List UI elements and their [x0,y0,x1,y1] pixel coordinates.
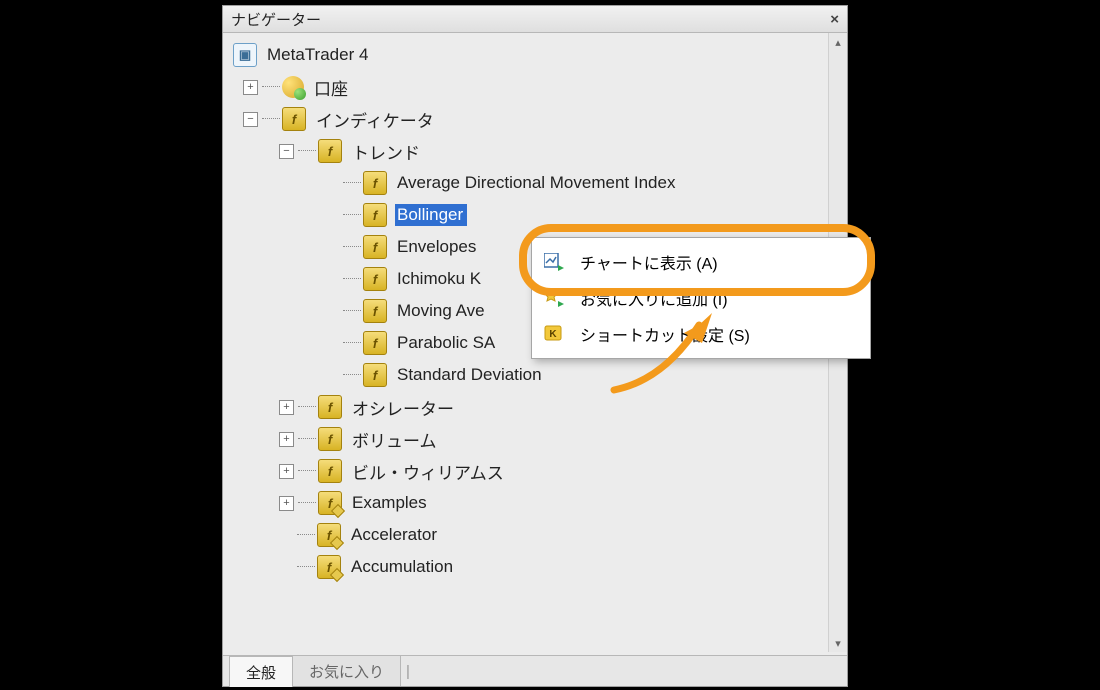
indicator-icon: f [363,363,387,387]
expander-icon[interactable] [279,144,294,159]
tree-item-accelerator[interactable]: f Accelerator [223,519,829,551]
tree-root[interactable]: ▣ MetaTrader 4 [223,39,829,71]
ctx-set-hotkey[interactable]: K ショートカット設定 (S) [536,316,866,352]
tree-node-trend[interactable]: f トレンド [223,135,829,167]
indicator-icon: f [363,235,387,259]
close-icon[interactable]: × [830,11,839,28]
folder-icon: f [318,395,342,419]
svg-text:K: K [549,329,557,340]
expander-icon[interactable] [279,432,294,447]
scroll-down-icon[interactable]: ▾ [829,634,847,652]
expander-icon[interactable] [279,496,294,511]
tree-label: Average Directional Movement Index [395,172,679,194]
tree-label-selected: Bollinger [395,204,467,226]
tree-node-account[interactable]: 口座 [223,71,829,103]
tree-label: ボリューム [350,426,441,453]
tree-label: Accumulation [349,556,457,578]
indicator-icon: f [317,555,341,579]
ctx-item-label: チャートに表示 (A) [580,250,718,274]
tab-separator: | [406,663,410,680]
indicator-icon: f [363,299,387,323]
panel-titlebar[interactable]: ナビゲーター × [223,6,847,33]
folder-icon: f [282,107,306,131]
folder-icon: f [318,139,342,163]
expander-icon[interactable] [243,80,258,95]
indicator-icon: f [363,267,387,291]
tree-node-volume[interactable]: f ボリューム [223,423,829,455]
tree-label: Moving Ave [395,300,489,322]
panel-title: ナビゲーター [231,9,321,30]
ctx-attach-to-chart[interactable]: チャートに表示 (A) [536,244,866,280]
tree-label: Ichimoku K [395,268,485,290]
indicator-icon: f [363,171,387,195]
tree-node-indicators[interactable]: f インディケータ [223,103,829,135]
expander-icon[interactable] [279,400,294,415]
chart-add-icon [542,252,566,272]
expander-icon[interactable] [243,112,258,127]
account-icon [282,76,304,98]
folder-icon: f [318,491,342,515]
tree-label: ビル・ウィリアムス [350,458,508,485]
tree-item-accumulation[interactable]: f Accumulation [223,551,829,583]
tree-item-adx[interactable]: f Average Directional Movement Index [223,167,829,199]
app-icon: ▣ [233,43,257,67]
tree-node-examples[interactable]: f Examples [223,487,829,519]
panel-tabs: 全般 お気に入り | [223,655,847,686]
tab-general[interactable]: 全般 [229,656,293,687]
tree-item-bollinger[interactable]: f Bollinger [223,199,829,231]
indicator-icon: f [317,523,341,547]
ctx-item-label: お気に入りに追加 (I) [580,286,728,310]
ctx-item-label: ショートカット設定 (S) [580,322,750,346]
tree-node-oscillator[interactable]: f オシレーター [223,391,829,423]
context-menu: チャートに表示 (A) お気に入りに追加 (I) K ショートカット設定 (S) [531,237,871,359]
tree-node-bill-williams[interactable]: f ビル・ウィリアムス [223,455,829,487]
indicator-icon: f [363,203,387,227]
tree-label: インディケータ [314,106,438,133]
folder-icon: f [318,427,342,451]
tree-label: Accelerator [349,524,441,546]
expander-icon[interactable] [279,464,294,479]
tree-label: Examples [350,492,431,514]
indicator-icon: f [363,331,387,355]
tree-root-label: MetaTrader 4 [265,44,372,66]
tree-label: トレンド [350,138,424,165]
tree-label: Standard Deviation [395,364,546,386]
favorite-add-icon [542,288,566,308]
tree-label: Parabolic SA [395,332,499,354]
tree-label: Envelopes [395,236,480,258]
folder-icon: f [318,459,342,483]
scroll-up-icon[interactable]: ▴ [829,33,847,51]
tree-item-stddev[interactable]: f Standard Deviation [223,359,829,391]
tab-favorites[interactable]: お気に入り [292,655,401,686]
key-icon: K [542,324,566,344]
tree-label: オシレーター [350,394,458,421]
ctx-add-favorite[interactable]: お気に入りに追加 (I) [536,280,866,316]
tree-label: 口座 [312,74,352,101]
